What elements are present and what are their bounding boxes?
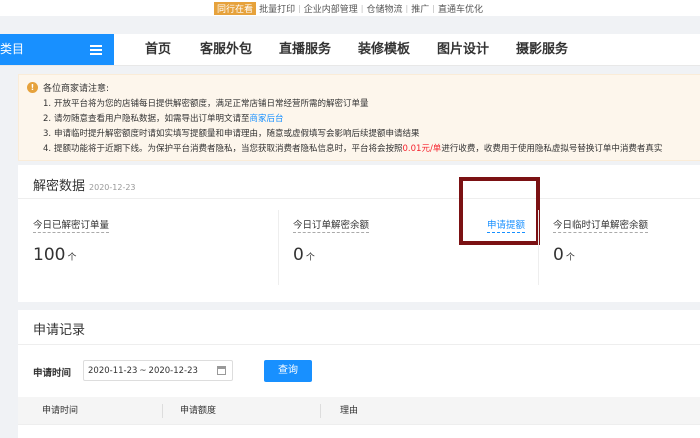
date-start: 2020-11-23 (88, 365, 138, 376)
decrypt-data-date: 2020-12-23 (89, 183, 136, 192)
notice-title-text: 各位商家请注意: (43, 84, 110, 94)
category-menu-button[interactable]: 类目 (0, 34, 114, 65)
calendar-icon[interactable] (217, 366, 226, 375)
table-header: 申请时间 申请额度 理由 (18, 397, 700, 425)
top-link-ztc[interactable]: 直通车优化 (435, 2, 486, 15)
warning-icon: ! (27, 82, 38, 93)
query-button[interactable]: 查询 (264, 360, 312, 382)
notice-line: 3. 申请临时提升解密额度时请如实填写提额量和申请理由，随意或虚假填写会影响后续提… (43, 129, 420, 139)
divider (278, 210, 279, 285)
highlight-box (459, 177, 540, 245)
top-link-bar: 同行在看 批量打印 | 企业内部管理 | 仓储物流 | 推广 | 直通车优化 (0, 0, 700, 16)
stat-value-temp-balance: 0个 (553, 245, 575, 265)
category-label: 类目 (0, 42, 25, 56)
nav-item-live[interactable]: 直播服务 (279, 34, 331, 65)
column-separator (320, 404, 321, 418)
top-link-batch-print[interactable]: 批量打印 (256, 2, 298, 15)
date-separator: ~ (139, 365, 147, 376)
divider (18, 198, 700, 199)
nav-item-image-design[interactable]: 图片设计 (437, 34, 489, 65)
filter-label: 申请时间 (33, 368, 72, 379)
stat-value-decrypted-today: 100 个 (33, 245, 77, 265)
application-records-card: 申请记录 申请时间 2020-11-23 ~2020-12-23 查询 申请时间 … (18, 310, 700, 438)
main-nav: 类目 首页 客服外包 直播服务 装修模板 图片设计 摄影服务 (0, 34, 700, 66)
decrypt-data-card: 解密数据 2020-12-23 今日已解密订单量 100 个 今日订单解密余额 0个… (18, 165, 700, 302)
merchant-backend-link[interactable]: 商家后台 (250, 114, 284, 124)
top-link-enterprise[interactable]: 企业内部管理 (301, 2, 361, 15)
notice-line: 1. 开放平台将为您的店铺每日提供解密额度，满足正常店铺日常经营所需的解密订单量 (43, 99, 369, 109)
column-header-reason: 理由 (340, 406, 359, 416)
nav-item-home[interactable]: 首页 (145, 34, 171, 65)
nav-item-templates[interactable]: 装修模板 (358, 34, 410, 65)
nav-item-photography[interactable]: 摄影服务 (516, 34, 568, 65)
top-link-tongxing[interactable]: 同行在看 (214, 1, 257, 15)
decrypt-data-title: 解密数据 2020-12-23 (33, 179, 136, 194)
nav-item-cs-outsourcing[interactable]: 客服外包 (200, 34, 252, 65)
stat-label-temp-balance: 今日临时订单解密余额 (553, 217, 649, 233)
notice-line: 4. 提额功能将于近期下线。为保护平台消费者隐私，当您获取消费者隐私信息时，平台将… (43, 144, 663, 154)
divider (538, 210, 539, 285)
hamburger-icon[interactable] (90, 45, 102, 55)
notice-banner: ! 各位商家请注意: 1. 开放平台将为您的店铺每日提供解密额度，满足正常店铺日常… (18, 74, 700, 161)
top-link-logistics[interactable]: 仓储物流 (364, 2, 406, 15)
date-end: 2020-12-23 (148, 365, 198, 376)
notice-title: ! 各位商家请注意: (27, 81, 109, 94)
column-header-amount: 申请额度 (180, 406, 217, 416)
notice-line: 2. 请勿随意查看用户隐私数据，如需导出订单明文请至商家后台 (43, 114, 284, 124)
column-header-apply-time: 申请时间 (42, 406, 79, 416)
stat-label-decrypted-today: 今日已解密订单量 (33, 217, 110, 233)
date-range-picker[interactable]: 2020-11-23 ~2020-12-23 (83, 360, 233, 381)
stat-label-decrypt-balance: 今日订单解密余额 (293, 217, 370, 233)
stat-value-decrypt-balance: 0个 (293, 245, 315, 265)
top-link-promotion[interactable]: 推广 (408, 2, 432, 15)
records-title: 申请记录 (33, 323, 86, 338)
fee-price: 0.01元/单 (402, 144, 442, 154)
column-separator (162, 404, 163, 418)
divider (18, 344, 700, 345)
